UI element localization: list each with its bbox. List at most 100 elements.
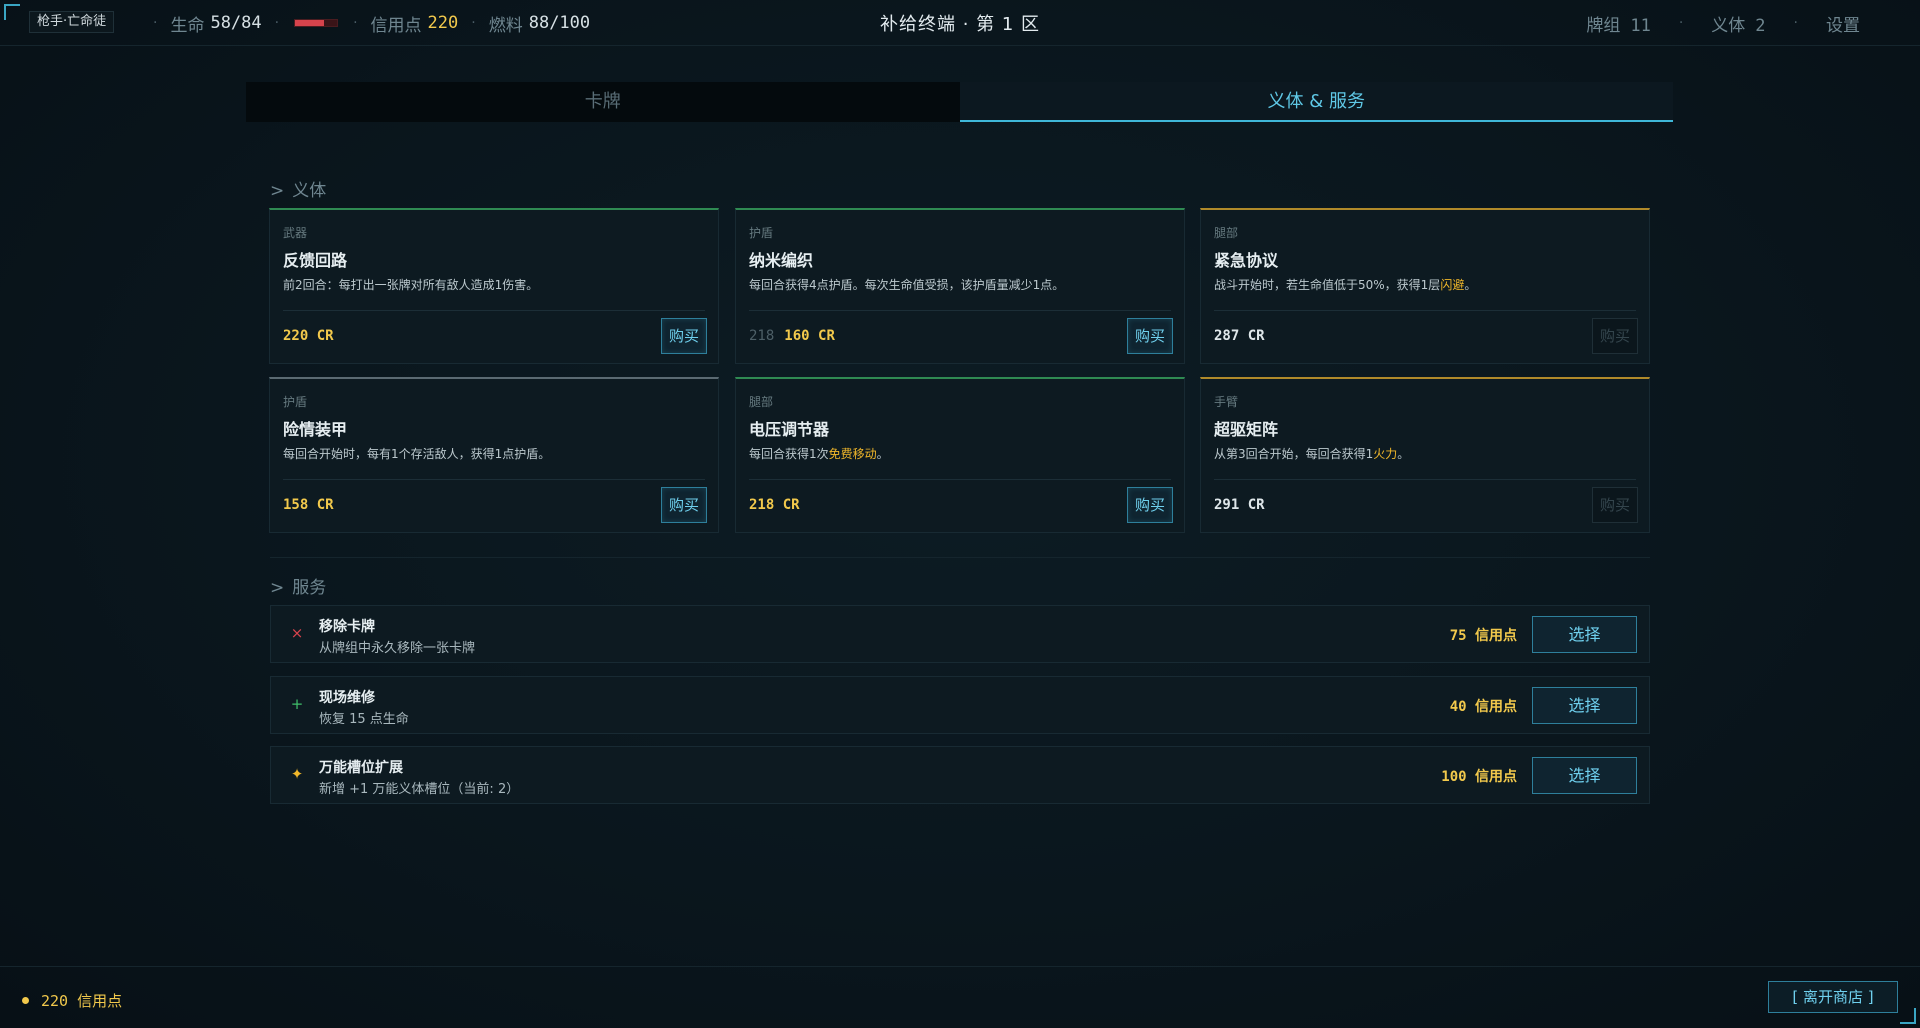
implant-name: 电压调节器 — [749, 420, 830, 439]
frame-corner-bottom-right — [1900, 1008, 1916, 1024]
footer-credits: 220 信用点 — [22, 990, 122, 1011]
select-button[interactable]: 选择 — [1532, 616, 1637, 653]
service-cost: 100 信用点 — [1441, 769, 1517, 785]
implant-price: 158 CR — [283, 497, 334, 513]
implant-desc: 前2回合：每打出一张牌对所有敌人造成1伤害。 — [283, 278, 539, 292]
card-divider — [1214, 479, 1636, 480]
separator-dot: · — [1793, 15, 1798, 31]
card-divider — [749, 310, 1171, 311]
deck-count: 11 — [1630, 15, 1651, 36]
implant-category: 护盾 — [283, 395, 308, 409]
implant-name: 反馈回路 — [283, 251, 348, 270]
service-desc: 恢复 15 点生命 — [319, 712, 409, 727]
service-desc: 从牌组中永久移除一张卡牌 — [319, 641, 476, 656]
coin-icon — [22, 997, 29, 1004]
select-button[interactable]: 选择 — [1532, 687, 1637, 724]
implant-price: 218 160 CR — [749, 328, 835, 344]
implant-name: 超驱矩阵 — [1214, 420, 1279, 439]
desc-text: 。 — [1397, 447, 1410, 461]
hp-value: 58/84 — [210, 13, 262, 33]
implant-category: 腿部 — [749, 395, 774, 409]
implant-desc: 战斗开始时，若生命值低于50%，获得1层闪避。 — [1214, 276, 1476, 293]
plus-icon: + — [290, 695, 304, 713]
credits-value: 220 — [427, 13, 459, 33]
fuel-value: 88/100 — [528, 13, 591, 33]
desc-text: 从第3回合开始，每回合获得1 — [1214, 447, 1374, 461]
implant-card: 腿部 紧急协议 战斗开始时，若生命值低于50%，获得1层闪避。 287 CR 购… — [1200, 208, 1650, 364]
deck-label: 牌组 — [1586, 15, 1621, 36]
keyword-highlight: 闪避 — [1440, 278, 1465, 292]
implant-name: 纳米编织 — [749, 251, 814, 270]
implant-category: 护盾 — [749, 226, 774, 240]
implant-desc: 每回合开始时，每有1个存活敌人，获得1点护盾。 — [283, 447, 551, 461]
implant-card: 腿部 电压调节器 每回合获得1次免费移动。 218 CR 购买 — [735, 377, 1185, 533]
implant-card: 武器 反馈回路 前2回合：每打出一张牌对所有敌人造成1伤害。 220 CR 购买 — [269, 208, 719, 364]
buy-button[interactable]: 购买 — [661, 487, 707, 523]
implant-price: 291 CR — [1214, 497, 1265, 513]
implant-name: 紧急协议 — [1214, 251, 1279, 270]
service-cost: 75 信用点 — [1449, 628, 1517, 644]
fuel-label: 燃料 — [488, 15, 523, 36]
hp-bar — [294, 19, 339, 27]
separator-dot: · — [153, 15, 158, 31]
tab-implants-services[interactable]: 义体 & 服务 — [959, 82, 1673, 122]
section-prefix: > — [270, 578, 285, 598]
deck-button[interactable]: 牌组 11 — [1586, 11, 1650, 36]
keyword-highlight: 火力 — [1373, 447, 1398, 461]
card-divider — [283, 479, 705, 480]
desc-text: 战斗开始时，若生命值低于50%，获得1层 — [1214, 278, 1441, 292]
select-button[interactable]: 选择 — [1532, 757, 1637, 794]
implant-category: 手臂 — [1214, 395, 1239, 409]
implants-button[interactable]: 义体 2 — [1711, 11, 1765, 36]
star-icon: ✦ — [290, 765, 304, 783]
footer-credits-text: 220 信用点 — [41, 992, 123, 1010]
implant-desc: 每回合获得1次免费移动。 — [749, 445, 889, 462]
card-divider — [749, 479, 1171, 480]
desc-text: 。 — [1464, 278, 1477, 292]
section-title-text: 服务 — [292, 578, 327, 598]
section-prefix: > — [270, 181, 285, 201]
services-section-title: > 服务 — [270, 573, 326, 598]
service-row: + 现场维修 恢复 15 点生命 40 信用点 选择 — [270, 676, 1650, 734]
leave-shop-button[interactable]: [ 离开商店 ] — [1768, 981, 1898, 1013]
buy-button-disabled[interactable]: 购买 — [1592, 487, 1638, 523]
remove-icon: × — [290, 624, 304, 642]
implant-price: 220 CR — [283, 328, 334, 344]
service-name: 万能槽位扩展 — [319, 760, 403, 776]
implant-category: 武器 — [283, 226, 308, 240]
desc-text: 。 — [876, 447, 889, 461]
service-desc: 新增 +1 万能义体槽位（当前: 2） — [319, 782, 520, 797]
separator-dot: · — [274, 15, 280, 31]
buy-button[interactable]: 购买 — [1127, 318, 1173, 354]
buy-button[interactable]: 购买 — [1127, 487, 1173, 523]
stats-bar: · 生命 58/84 · · 信用点 220 · 燃料 88/100 — [140, 10, 590, 36]
top-bar: 枪手·亡命徒 · 生命 58/84 · · 信用点 220 · 燃料 88/10… — [0, 0, 1920, 46]
service-cost: 40 信用点 — [1449, 699, 1517, 715]
buy-button-disabled[interactable]: 购买 — [1592, 318, 1638, 354]
character-tag: 枪手·亡命徒 — [29, 11, 115, 33]
desc-text: 每回合获得1次 — [749, 447, 829, 461]
buy-button[interactable]: 购买 — [661, 318, 707, 354]
implant-card: 手臂 超驱矩阵 从第3回合开始，每回合获得1火力。 291 CR 购买 — [1200, 377, 1650, 533]
separator-dot: · — [353, 15, 358, 31]
implant-card: 护盾 险情装甲 每回合开始时，每有1个存活敌人，获得1点护盾。 158 CR 购… — [269, 377, 719, 533]
top-right-menu: 牌组 11 · 义体 2 · 设置 — [1586, 10, 1860, 36]
card-divider — [1214, 310, 1636, 311]
section-divider — [270, 557, 1650, 558]
implant-count: 2 — [1755, 15, 1766, 36]
old-price: 218 — [749, 328, 775, 344]
implant-category: 腿部 — [1214, 226, 1239, 240]
tab-cards[interactable]: 卡牌 — [246, 82, 960, 122]
hp-bar-fill — [295, 20, 325, 26]
shop-tabs: 卡牌 义体 & 服务 — [246, 82, 1673, 122]
settings-button[interactable]: 设置 — [1826, 11, 1860, 36]
implant-card: 护盾 纳米编织 每回合获得4点护盾。每次生命值受损，该护盾量减少1点。 218 1… — [735, 208, 1185, 364]
service-name: 移除卡牌 — [319, 619, 375, 635]
keyword-highlight: 免费移动 — [828, 447, 877, 461]
implant-desc: 每回合获得4点护盾。每次生命值受损，该护盾量减少1点。 — [749, 278, 1065, 292]
implant-name: 险情装甲 — [283, 420, 348, 439]
separator-dot: · — [471, 15, 476, 31]
sale-price: 160 CR — [784, 328, 835, 344]
section-title-text: 义体 — [292, 181, 327, 201]
service-row: × 移除卡牌 从牌组中永久移除一张卡牌 75 信用点 选择 — [270, 605, 1650, 663]
